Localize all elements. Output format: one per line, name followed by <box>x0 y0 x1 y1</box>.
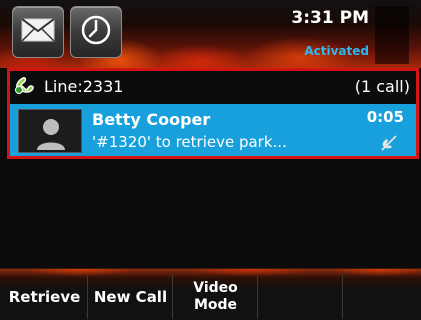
call-subtext: '#1320' to retrieve park... <box>92 133 287 151</box>
softkey-4-empty[interactable] <box>259 275 343 319</box>
envelope-icon <box>21 18 55 46</box>
softkey-bar: Retrieve New Call Video Mode <box>0 268 421 320</box>
line-label: Line:2331 <box>44 76 124 96</box>
status-panel <box>375 6 409 64</box>
clock-icon <box>80 14 112 50</box>
clock-time: 3:31 PM <box>291 8 369 28</box>
call-count: (1 call) <box>354 77 410 96</box>
softkey-5-empty[interactable] <box>344 275 419 319</box>
caller-name: Betty Cooper <box>92 110 211 129</box>
retrieve-button[interactable]: Retrieve <box>2 275 88 319</box>
status-bar: 3:31 PM Activated <box>0 0 421 68</box>
messages-button[interactable] <box>12 6 64 58</box>
avatar <box>18 109 82 153</box>
line-panel[interactable]: Line:2331 (1 call) Betty Cooper 0:05 '#1… <box>7 68 419 159</box>
mute-icon <box>380 134 398 156</box>
avatar-icon <box>19 119 81 152</box>
call-timer: 0:05 <box>366 108 404 126</box>
call-item[interactable]: Betty Cooper 0:05 '#1320' to retrieve pa… <box>10 104 416 156</box>
new-call-button[interactable]: New Call <box>89 275 173 319</box>
video-mode-label: Video Mode <box>193 280 238 313</box>
recent-calls-button[interactable] <box>70 6 122 58</box>
registration-status: Activated <box>304 44 369 58</box>
handset-icon <box>14 73 38 99</box>
video-mode-button[interactable]: Video Mode <box>174 275 258 319</box>
